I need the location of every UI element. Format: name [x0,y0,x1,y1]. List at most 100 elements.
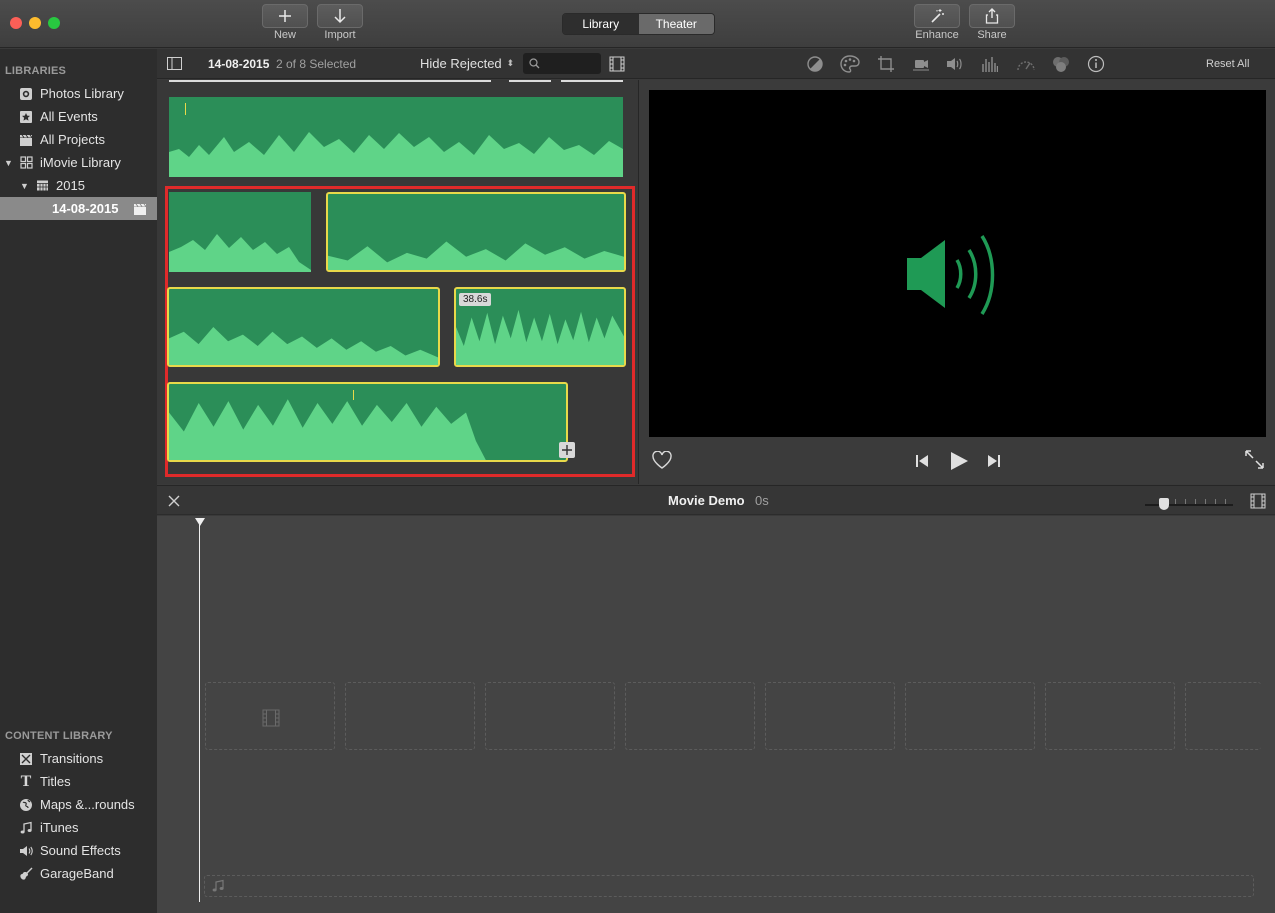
music-note-icon [212,879,224,892]
clip-strip-remnant [509,80,551,82]
library-sidebar: LIBRARIES Photos Library All Events All … [0,49,157,913]
enhance-button[interactable] [914,4,960,28]
magic-wand-icon [931,9,944,23]
audio-clip-selected[interactable]: 38.6s [454,287,626,367]
updown-chevron-icon: ⬍ [506,58,515,68]
audio-clip[interactable] [169,192,311,272]
add-to-project-button[interactable] [559,442,575,458]
play-icon[interactable] [949,451,969,476]
libraries-header: LIBRARIES [5,65,67,77]
reset-all-button[interactable]: Reset All [1206,58,1249,70]
sidebar-item-label: All Events [40,109,98,124]
sidebar-item-itunes[interactable]: iTunes [0,816,157,839]
zoom-window-button[interactable] [48,17,60,29]
empty-clip-placeholder [905,682,1035,750]
clip-filter-icon[interactable] [1051,55,1071,78]
audio-waveform [328,241,624,270]
music-note-icon [18,820,34,836]
globe-icon [18,797,34,813]
browser-header: 14-08-2015 2 of 8 Selected Hide Rejected… [157,49,638,79]
skip-forward-icon[interactable] [987,454,1001,473]
audio-clip-selected[interactable] [167,382,568,462]
project-title: Movie Demo [668,493,745,508]
empty-clip-placeholder [485,682,615,750]
project-duration: 0s [755,493,769,508]
sidebar-item-label: iMovie Library [40,155,121,170]
disclosure-triangle-icon[interactable]: ▼ [20,181,34,191]
sidebar-item-label: Sound Effects [40,843,121,858]
search-icon [529,58,540,69]
playhead-triangle-icon[interactable] [195,518,205,526]
info-icon[interactable] [1087,55,1105,78]
search-field[interactable] [523,53,601,74]
plus-icon [562,445,572,455]
share-button[interactable] [969,4,1015,28]
disclosure-triangle-icon[interactable]: ▼ [4,158,18,168]
close-project-icon[interactable] [168,494,180,512]
fullscreen-icon[interactable] [1245,450,1264,474]
audio-clip[interactable] [169,97,623,177]
audio-clip-selected[interactable] [167,287,440,367]
color-correction-icon[interactable] [840,55,860,78]
sidebar-item-event-14-08-2015[interactable]: 14-08-2015 [0,197,157,220]
toggle-sidebar-icon[interactable] [167,57,182,75]
sidebar-item-label: 14-08-2015 [52,201,119,216]
audio-waveform [169,327,438,365]
favorite-heart-icon[interactable] [652,450,672,474]
audio-waveform [169,234,311,272]
minimize-window-button[interactable] [29,17,41,29]
color-balance-icon[interactable] [806,55,824,78]
sidebar-item-label: iTunes [40,820,79,835]
close-window-button[interactable] [10,17,22,29]
sidebar-item-label: 2015 [56,178,85,193]
empty-clip-placeholder [345,682,475,750]
view-segmented-control: Library Theater [562,13,715,35]
skip-back-icon[interactable] [915,454,929,473]
stabilization-icon[interactable] [912,56,930,77]
speaker-icon [18,843,34,859]
sidebar-item-maps-backgrounds[interactable]: Maps &...rounds [0,793,157,816]
search-input[interactable] [544,57,596,70]
filmstrip-settings-icon[interactable] [609,56,625,77]
plus-icon [279,10,291,22]
playhead-line[interactable] [199,522,200,902]
sidebar-item-photos-library[interactable]: Photos Library [0,82,157,105]
empty-clip-placeholder [1045,682,1175,750]
sidebar-item-titles[interactable]: T Titles [0,770,157,793]
audio-clip-selected[interactable] [326,192,626,272]
zoom-slider-thumb[interactable] [1159,498,1169,510]
sidebar-item-all-projects[interactable]: All Projects [0,128,157,151]
share-icon [985,8,999,24]
video-preview [649,90,1266,437]
filter-popup[interactable]: Hide Rejected ⬍ [420,56,514,71]
sidebar-item-sound-effects[interactable]: Sound Effects [0,839,157,862]
clip-strip-remnant [169,80,491,82]
zoom-slider[interactable] [1145,498,1233,510]
sidebar-item-label: Titles [40,774,71,789]
new-button[interactable] [262,4,308,28]
filter-label: Hide Rejected [420,56,502,71]
import-button[interactable] [317,4,363,28]
tab-theater[interactable]: Theater [638,14,714,34]
equalizer-icon[interactable] [982,55,999,78]
crop-icon[interactable] [877,55,895,78]
sidebar-item-2015[interactable]: ▼ 2015 [0,174,157,197]
viewer-pane [638,80,1275,484]
sidebar-item-transitions[interactable]: Transitions [0,747,157,770]
sidebar-item-imovie-library[interactable]: ▼ iMovie Library [0,151,157,174]
grid-icon [18,155,34,171]
filmstrip-icon [262,709,280,727]
enhance-label: Enhance [915,29,959,41]
clapper-icon [132,201,148,217]
sidebar-item-all-events[interactable]: All Events [0,105,157,128]
import-label: Import [324,29,356,41]
sidebar-item-label: Photos Library [40,86,124,101]
sidebar-item-garageband[interactable]: GarageBand [0,862,157,885]
tab-library[interactable]: Library [563,14,639,34]
arrow-down-icon [334,9,346,24]
content-library-header: CONTENT LIBRARY [5,730,113,742]
timeline-settings-icon[interactable] [1250,493,1266,514]
main-toolbar: New Import Library Theater Enhance Share [0,0,1275,48]
speed-icon[interactable] [1016,55,1036,78]
volume-icon[interactable] [946,56,964,77]
